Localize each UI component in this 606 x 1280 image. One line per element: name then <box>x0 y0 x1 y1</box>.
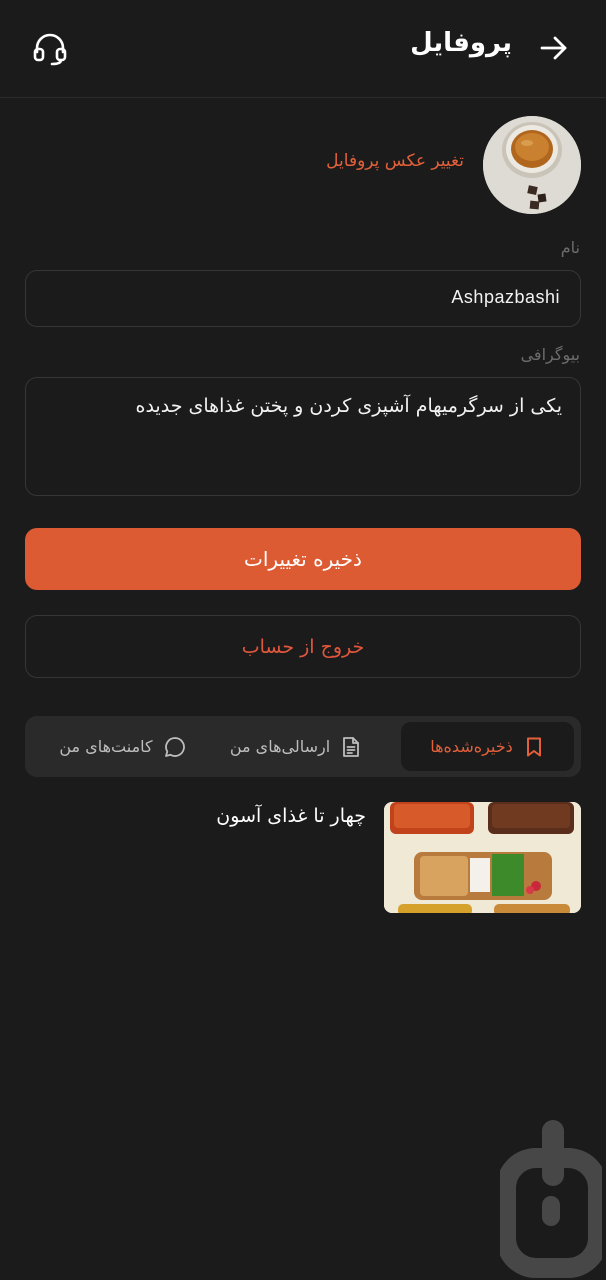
save-changes-button[interactable]: ذخیره تغییرات <box>25 528 581 590</box>
back-button[interactable] <box>536 30 572 66</box>
document-icon <box>343 736 360 757</box>
tab-saved-label: ذخیره‌شده‌ها <box>430 737 513 756</box>
name-label: نام <box>560 238 580 257</box>
avatar[interactable] <box>483 116 581 214</box>
support-button[interactable] <box>30 28 70 68</box>
logout-button[interactable]: خروج از حساب <box>25 615 581 678</box>
bookmark-icon <box>526 737 541 756</box>
tab-my-posts-label: ارسالی‌های من <box>229 737 331 756</box>
profile-tabs: ذخیره‌شده‌ها ارسالی‌های من کامنت‌های من <box>25 716 581 777</box>
food-photo <box>384 802 581 913</box>
bio-label: بیوگرافی <box>520 345 580 364</box>
store-watermark <box>496 1118 606 1278</box>
app-header: پروفایل <box>0 0 606 98</box>
saved-item-title[interactable]: چهار تا غذای آسون <box>216 805 366 827</box>
saved-item-image[interactable] <box>384 802 581 913</box>
bio-value: یکی از سرگرمیهام آشپزی کردن و پختن غذاها… <box>135 395 563 417</box>
name-value: Ashpazbashi <box>451 287 560 307</box>
save-changes-label: ذخیره تغییرات <box>244 547 362 571</box>
chat-bubble-icon <box>164 736 185 757</box>
bio-field[interactable]: یکی از سرگرمیهام آشپزی کردن و پختن غذاها… <box>25 377 581 496</box>
change-photo-link[interactable]: تغییر عکس پروفایل <box>326 151 464 171</box>
name-field[interactable]: Ashpazbashi <box>25 270 581 327</box>
tab-my-posts[interactable]: ارسالی‌های من <box>216 722 376 771</box>
headset-icon <box>33 33 67 66</box>
profile-photo <box>483 116 581 214</box>
profile-screen: پروفایل تغییر عکس پروفایل نام Ashpazbash… <box>0 0 606 1280</box>
tab-my-comments[interactable]: کامنت‌های من <box>37 722 209 771</box>
arrow-right-icon <box>540 36 567 60</box>
page-title: پروفایل <box>410 28 512 58</box>
tab-my-comments-label: کامنت‌های من <box>59 737 153 756</box>
store-logo-icon <box>496 1120 606 1278</box>
logout-label: خروج از حساب <box>241 635 365 658</box>
tab-saved[interactable]: ذخیره‌شده‌ها <box>401 722 574 771</box>
